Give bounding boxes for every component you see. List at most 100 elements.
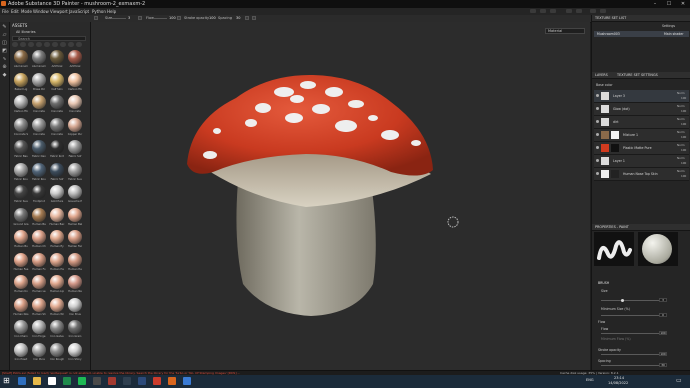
asset-thumbnail[interactable]: Human Sh [31, 297, 47, 319]
asset-thumbnail[interactable]: Fabric Knit [49, 140, 65, 161]
layer-opacity[interactable]: 100 [681, 148, 686, 152]
layer-row[interactable]: Mixture 1 Norm 100 [594, 129, 689, 142]
min-size-slider[interactable] [601, 315, 659, 316]
asset-thumbnail[interactable]: Ground Gra [13, 207, 29, 229]
flow-value-prop[interactable]: 100 [659, 331, 667, 335]
asset-thumbnail[interactable]: Copper Pur [67, 117, 83, 139]
asset-thumbnail[interactable]: Iron Forge [31, 320, 47, 341]
taskbar-app-icon[interactable] [153, 377, 161, 385]
taskbar-app-icon[interactable] [48, 377, 56, 385]
flow-value[interactable]: 100 [169, 16, 176, 20]
color-picker-icon[interactable]: ◆ [2, 73, 7, 78]
layer-row[interactable]: Layer 3 Norm 100 [594, 90, 689, 103]
asset-thumbnail[interactable]: Carbon Fib [67, 72, 83, 94]
brush-mode-icon[interactable] [94, 16, 98, 20]
channel-select[interactable]: Base color [596, 83, 613, 87]
menu-help[interactable]: Help [107, 9, 116, 14]
tab-texture-set-settings[interactable]: TEXTURE SET SETTINGS [617, 73, 658, 77]
settings-icon[interactable] [600, 9, 606, 13]
filter-material-icon[interactable] [20, 42, 26, 47]
flow-slider-prop[interactable] [601, 333, 659, 334]
brush-size-slider[interactable] [601, 300, 659, 301]
asset-thumbnail[interactable]: Concrete [67, 95, 83, 116]
asset-thumbnail[interactable]: Human Le [31, 275, 47, 296]
layer-name[interactable]: Layer 3 [613, 94, 625, 98]
asset-thumbnail[interactable]: Human Ch [31, 230, 47, 251]
spacing-value[interactable]: 30 [236, 16, 240, 20]
asset-thumbnail[interactable]: Human Nos [13, 297, 29, 319]
layer-row[interactable]: dirt Norm 100 [594, 116, 689, 129]
taskbar-app-icon[interactable] [18, 377, 26, 385]
asset-thumbnail[interactable]: Human Bac [49, 207, 65, 229]
asset-thumbnail[interactable]: Fabric Rou [13, 162, 29, 184]
taskbar-app-icon[interactable] [108, 377, 116, 385]
texture-set-settings-link[interactable]: Settings [662, 24, 675, 28]
asset-thumbnail[interactable]: Aluminium [31, 50, 47, 71]
windows-start-icon[interactable]: ⊞ [3, 377, 11, 385]
layer-blend-mode[interactable]: Norm [677, 169, 685, 173]
asset-thumbnail[interactable]: Human Fee [13, 252, 29, 274]
layer-opacity[interactable]: 100 [681, 122, 686, 126]
smudge-icon[interactable]: ∿ [2, 57, 7, 62]
toolbar-icon[interactable] [540, 9, 546, 13]
3d-viewport[interactable]: Material [91, 22, 590, 370]
asset-thumbnail[interactable]: Human Wr [49, 297, 65, 319]
filter-filter-icon[interactable] [60, 42, 66, 47]
clock-date[interactable]: 14/08/2022 [608, 381, 628, 385]
asset-thumbnail[interactable]: Human He [67, 252, 83, 274]
taskbar-app-icon[interactable] [183, 377, 191, 385]
visibility-eye-icon[interactable] [596, 159, 599, 162]
asset-thumbnail[interactable]: Iron Shiny [67, 342, 83, 364]
asset-search-input[interactable]: Search [12, 36, 86, 41]
brush-size-handle[interactable] [621, 299, 624, 302]
size-value[interactable]: 3 [128, 16, 130, 20]
asset-thumbnail[interactable]: Iron Galva [49, 320, 65, 341]
spacing-slider[interactable] [601, 365, 659, 366]
filter-alpha-icon[interactable] [44, 42, 50, 47]
clone-icon[interactable]: ⊕ [2, 65, 7, 70]
asset-thumbnail[interactable]: Iron Rough [49, 342, 65, 364]
asset-thumbnail[interactable]: Artificial [49, 50, 65, 71]
layer-mask-thumbnail[interactable] [611, 144, 619, 152]
layer-opacity[interactable]: 100 [681, 174, 686, 178]
asset-thumbnail[interactable]: Baked Lig [13, 72, 29, 94]
menu-window[interactable]: Window [33, 9, 49, 14]
taskbar-app-icon[interactable] [138, 377, 146, 385]
visibility-eye-icon[interactable] [596, 133, 599, 136]
layer-opacity[interactable]: 100 [681, 109, 686, 113]
asset-thumbnail[interactable]: Iron Powd [13, 342, 29, 364]
asset-thumbnail[interactable]: Human Bel [67, 207, 83, 229]
asset-thumbnail[interactable]: Human Bu [13, 230, 29, 251]
filter-generator-icon[interactable] [68, 42, 74, 47]
stroke-opacity-prop-value[interactable]: 100 [659, 352, 667, 356]
asset-thumbnail[interactable]: Carbon Fib [13, 95, 29, 116]
asset-thumbnail[interactable]: Concrete [31, 117, 47, 139]
layer-row[interactable]: Human Nose Top Skin Norm 100 [594, 168, 689, 181]
camera-icon[interactable] [566, 9, 572, 13]
asset-thumbnail[interactable]: Brass Pol [31, 72, 47, 94]
layer-name[interactable]: Plastic Matte Pure [623, 146, 652, 150]
lazy-mouse-icon[interactable] [252, 16, 256, 20]
geometry-mask-icon[interactable]: ◩ [2, 49, 7, 54]
asset-thumbnail[interactable]: Iron Brus [67, 297, 83, 319]
pen-pressure-icon[interactable] [138, 16, 142, 20]
screenshot-icon[interactable] [576, 9, 582, 13]
flow-slider[interactable] [153, 18, 167, 19]
layer-name[interactable]: Mixture 1 [623, 133, 638, 137]
size-slider[interactable] [112, 18, 126, 19]
symmetry-icon[interactable] [245, 16, 249, 20]
layer-mask-thumbnail[interactable] [611, 170, 619, 178]
filter-texture-icon[interactable] [52, 42, 58, 47]
mushroom-model[interactable] [91, 22, 590, 370]
eraser-icon[interactable]: ▱ [2, 33, 7, 38]
texture-set-item[interactable]: Mushroom003 Main shader [594, 31, 689, 37]
language-indicator[interactable]: ENG [586, 378, 594, 382]
asset-thumbnail[interactable]: Fabric Sua [67, 162, 83, 184]
asset-thumbnail[interactable]: Human Fo [31, 252, 47, 274]
asset-thumbnail[interactable]: Human Fac [67, 230, 83, 251]
layer-opacity[interactable]: 100 [681, 96, 686, 100]
pen-pressure-icon[interactable] [177, 16, 181, 20]
layer-row[interactable]: Layer 1 Norm 100 [594, 155, 689, 168]
layer-name[interactable]: dirt [613, 120, 618, 124]
filter-all-icon[interactable] [12, 42, 18, 47]
